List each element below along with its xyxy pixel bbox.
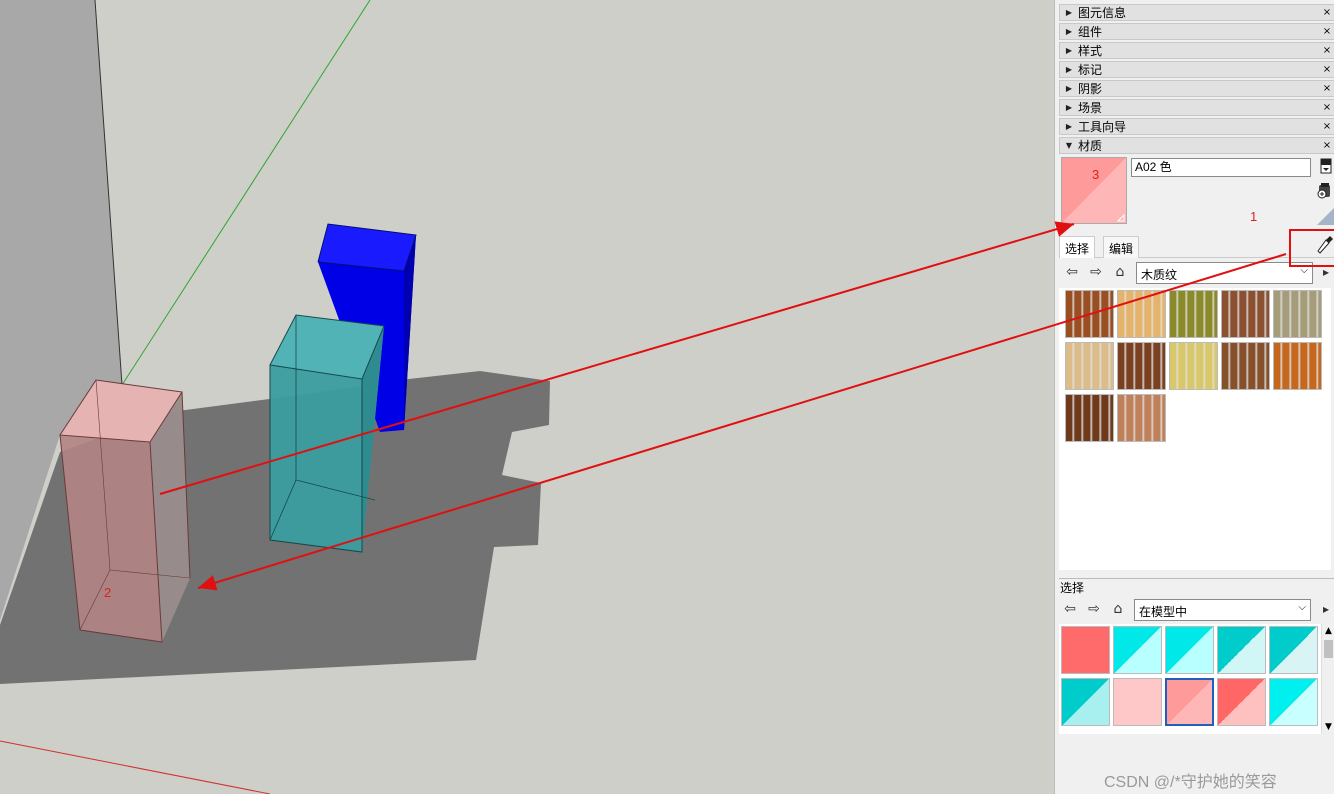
- close-icon[interactable]: ×: [1321, 121, 1333, 133]
- home-icon[interactable]: ⌂: [1109, 600, 1127, 618]
- material-swatch[interactable]: [1273, 342, 1322, 390]
- annotation-label-3: 3: [1092, 167, 1100, 182]
- home-icon[interactable]: ⌂: [1111, 263, 1129, 281]
- material-header: A02 色: [1059, 155, 1334, 230]
- model-material-swatch[interactable]: [1217, 626, 1266, 674]
- expand-arrow-icon: ▶: [1065, 103, 1073, 112]
- tray-row-label: 图元信息: [1078, 6, 1127, 20]
- annotation-label-1: 1: [1250, 209, 1258, 224]
- close-icon[interactable]: ×: [1321, 26, 1333, 38]
- tray-row-label: 标记: [1078, 63, 1103, 77]
- details-arrow-icon[interactable]: ▸: [1317, 600, 1334, 618]
- close-icon[interactable]: ×: [1321, 83, 1333, 95]
- material-name-field[interactable]: A02 色: [1131, 158, 1311, 177]
- back-arrow-icon[interactable]: ⇦: [1063, 263, 1081, 281]
- default-tray-panel: ▶ 图元信息 × ▶ 组件 × ▶ 样式 × ▶ 标记 × ▶ 阴影 × ▶ 场…: [1054, 0, 1334, 794]
- chevron-down-icon: ⌵: [1300, 265, 1308, 276]
- expand-arrow-icon: ▶: [1065, 84, 1073, 93]
- model-material-swatch[interactable]: [1269, 678, 1318, 726]
- collapse-arrow-icon: ▼: [1065, 141, 1073, 150]
- tray-row-styles[interactable]: ▶ 样式 ×: [1059, 42, 1334, 59]
- forward-arrow-icon[interactable]: ⇨: [1085, 600, 1103, 618]
- tray-row-scenes[interactable]: ▶ 场景 ×: [1059, 99, 1334, 116]
- close-icon[interactable]: ×: [1321, 45, 1333, 57]
- tray-row-label: 组件: [1078, 25, 1103, 39]
- chevron-down-icon: ⌵: [1298, 602, 1306, 613]
- tray-row-instructor[interactable]: ▶ 工具向导 ×: [1059, 118, 1334, 135]
- tray-row-label: 样式: [1078, 44, 1103, 58]
- close-icon[interactable]: ×: [1321, 140, 1333, 152]
- material-swatch[interactable]: [1221, 342, 1270, 390]
- model-material-swatch[interactable]: [1217, 678, 1266, 726]
- forward-arrow-icon[interactable]: ⇨: [1087, 263, 1105, 281]
- 3d-viewport[interactable]: [0, 0, 1054, 794]
- material-swatch[interactable]: [1169, 342, 1218, 390]
- library-select-value: 木质纹: [1141, 268, 1178, 282]
- model-material-swatch[interactable]: [1113, 678, 1162, 726]
- model-material-swatch[interactable]: [1061, 678, 1110, 726]
- tray-row-label: 材质: [1078, 139, 1103, 153]
- expand-arrow-icon: ▶: [1065, 65, 1073, 74]
- model-material-swatch[interactable]: [1165, 626, 1214, 674]
- tray-row-label: 阴影: [1078, 82, 1103, 96]
- tray-row-materials[interactable]: ▼ 材质 ×: [1059, 137, 1334, 154]
- tray-row-entity-info[interactable]: ▶ 图元信息 ×: [1059, 4, 1334, 21]
- close-icon[interactable]: ×: [1321, 7, 1333, 19]
- expand-arrow-icon: ▶: [1065, 8, 1073, 17]
- tray-row-components[interactable]: ▶ 组件 ×: [1059, 23, 1334, 40]
- material-swatch[interactable]: [1065, 394, 1114, 442]
- create-material-icon[interactable]: [1316, 182, 1334, 200]
- library-nav-bar: ⇦ ⇨ ⌂ 木质纹 ⌵ ▸: [1059, 260, 1334, 284]
- material-swatch[interactable]: [1117, 394, 1166, 442]
- model-material-swatch[interactable]: [1165, 678, 1214, 726]
- model-swatch-grid: [1059, 624, 1321, 734]
- material-swatch[interactable]: [1117, 290, 1166, 338]
- paint-bucket-icon[interactable]: [1317, 207, 1334, 225]
- scrollbar[interactable]: ▲ ▼: [1321, 624, 1334, 734]
- tray-row-tags[interactable]: ▶ 标记 ×: [1059, 61, 1334, 78]
- material-swatch[interactable]: [1221, 290, 1270, 338]
- scroll-up-icon[interactable]: ▲: [1325, 626, 1332, 636]
- scrollbar-thumb[interactable]: [1324, 640, 1333, 658]
- scroll-down-icon[interactable]: ▼: [1325, 722, 1332, 732]
- watermark: CSDN @/*守护她的笑容: [1104, 774, 1277, 791]
- tab-select[interactable]: 选择: [1059, 236, 1096, 258]
- details-arrow-icon[interactable]: ▸: [1317, 263, 1334, 281]
- eyedropper-icon[interactable]: [1313, 232, 1334, 256]
- annotation-label-2: 2: [104, 585, 112, 600]
- material-tabs: 选择 编辑: [1059, 236, 1334, 258]
- tray-row-shadows[interactable]: ▶ 阴影 ×: [1059, 80, 1334, 97]
- display-secondary-icon[interactable]: [1317, 158, 1334, 176]
- material-swatch[interactable]: [1169, 290, 1218, 338]
- material-swatch[interactable]: [1065, 290, 1114, 338]
- back-arrow-icon[interactable]: ⇦: [1061, 600, 1079, 618]
- material-swatch[interactable]: [1117, 342, 1166, 390]
- model-material-swatch[interactable]: [1061, 626, 1110, 674]
- model-select[interactable]: 在模型中 ⌵: [1134, 599, 1311, 621]
- model-material-swatch[interactable]: [1113, 626, 1162, 674]
- model-nav-bar: ⇦ ⇨ ⌂ 在模型中 ⌵ ▸: [1059, 597, 1334, 621]
- close-icon[interactable]: ×: [1321, 64, 1333, 76]
- expand-arrow-icon: ▶: [1065, 27, 1073, 36]
- material-swatch[interactable]: [1065, 342, 1114, 390]
- library-swatch-grid: [1059, 288, 1331, 570]
- expand-arrow-icon: ▶: [1065, 46, 1073, 55]
- model-select-value: 在模型中: [1139, 605, 1188, 619]
- material-swatch[interactable]: [1273, 290, 1322, 338]
- select-panel-title: 选择: [1059, 578, 1334, 595]
- expand-arrow-icon: ▶: [1065, 122, 1073, 131]
- tray-row-label: 工具向导: [1078, 120, 1127, 134]
- library-select[interactable]: 木质纹 ⌵: [1136, 262, 1313, 284]
- tray-row-label: 场景: [1078, 101, 1103, 115]
- tab-edit[interactable]: 编辑: [1103, 236, 1140, 258]
- close-icon[interactable]: ×: [1321, 102, 1333, 114]
- model-material-swatch[interactable]: [1269, 626, 1318, 674]
